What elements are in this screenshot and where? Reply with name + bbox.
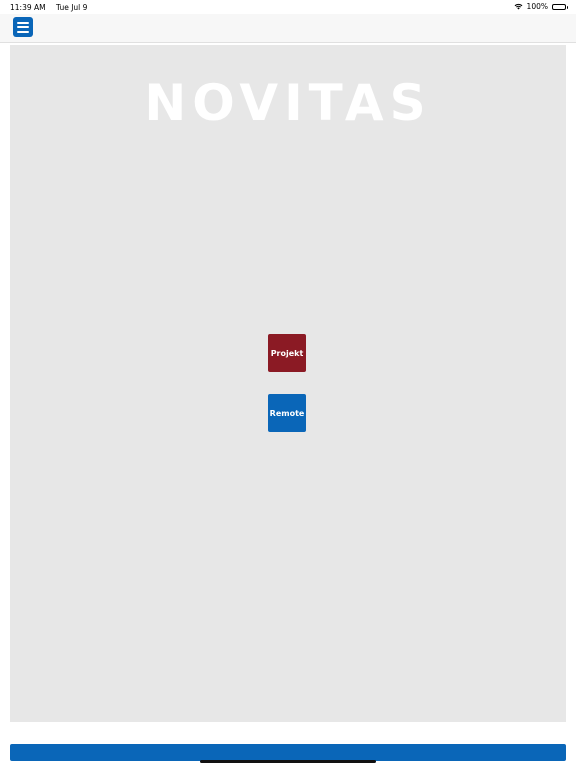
wifi-icon: [514, 3, 523, 10]
main-panel: NOVITAS Projekt Remote: [10, 45, 566, 722]
status-bar: 11:39 AM Tue Jul 9 100%: [0, 0, 576, 14]
bottom-bar[interactable]: [10, 744, 566, 761]
battery-icon: [552, 3, 568, 10]
projekt-button[interactable]: Projekt: [268, 334, 306, 372]
nav-bar: [0, 14, 576, 43]
battery-percent: 100%: [526, 2, 548, 11]
novitas-logo: NOVITAS: [144, 74, 432, 132]
status-time: 11:39 AM: [10, 3, 46, 12]
menu-bar-line: [17, 21, 29, 24]
status-date: Tue Jul 9: [56, 3, 88, 12]
status-left: 11:39 AM Tue Jul 9: [10, 3, 87, 12]
status-right: 100%: [514, 2, 568, 11]
menu-bar-line: [17, 26, 29, 28]
hamburger-menu-icon[interactable]: [13, 17, 33, 37]
home-indicator[interactable]: [200, 760, 376, 763]
menu-bar-line: [17, 30, 29, 33]
remote-button[interactable]: Remote: [268, 394, 306, 432]
